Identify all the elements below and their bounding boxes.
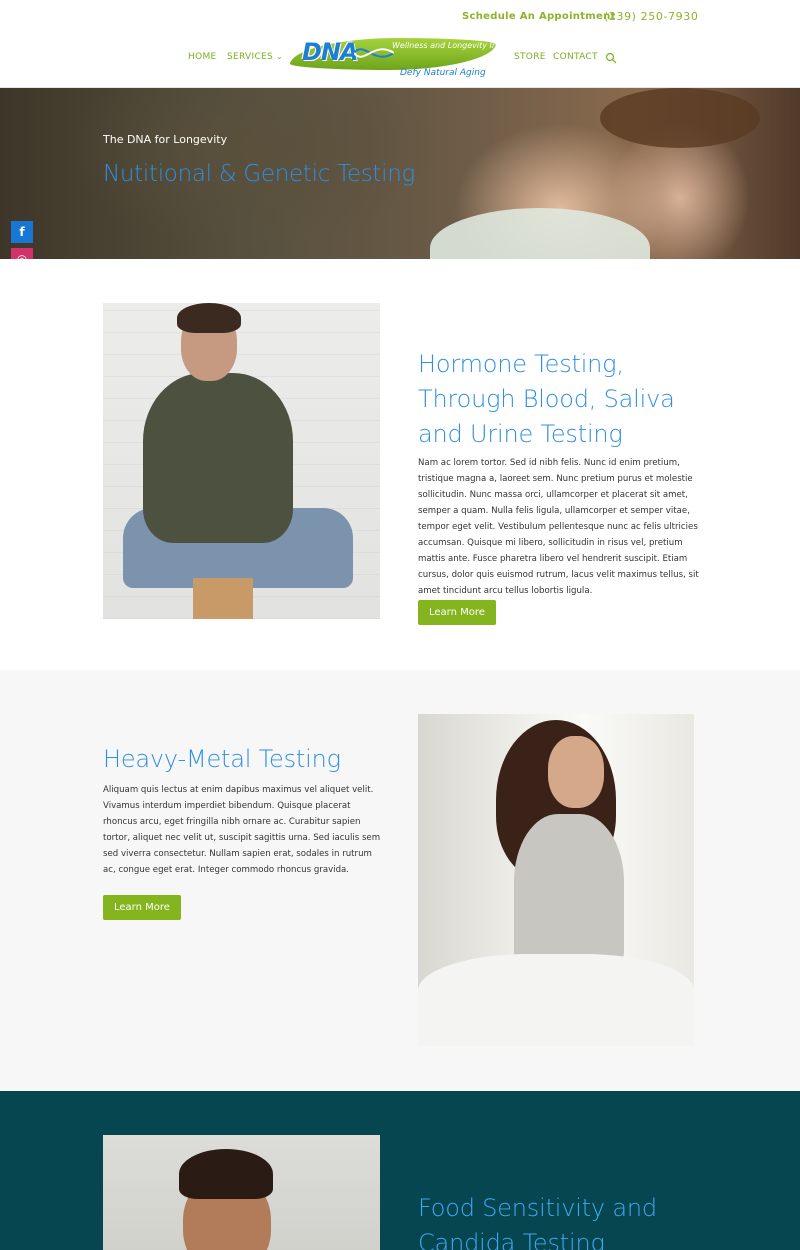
logo-tagline: Defy Natural Aging (400, 68, 486, 78)
schedule-appointment-link[interactable]: Schedule An Appointment (462, 11, 616, 22)
photo-hair (177, 303, 241, 333)
learn-more-button[interactable]: Learn More (103, 895, 181, 920)
facebook-icon[interactable]: f (11, 221, 33, 243)
learn-more-button[interactable]: Learn More (418, 600, 496, 625)
logo-institute-text: Wellness and Longevity Institute (392, 41, 523, 50)
smiling-man-photo (103, 1135, 380, 1250)
man-sitting-photo (103, 303, 380, 619)
nav-store[interactable]: STORE (514, 52, 546, 62)
food-sensitivity-section: Food Sensitivity and Candida Testing (0, 1091, 800, 1250)
hero-photo-couple (600, 88, 760, 148)
nav-services[interactable]: SERVICES ⌄ (227, 52, 283, 62)
photo-jacket (143, 373, 293, 543)
hero-photo-shirt (430, 208, 650, 259)
site-logo[interactable]: DNA Wellness and Longevity Institute Def… (288, 36, 523, 82)
nav-services-label: SERVICES (227, 52, 274, 62)
heavy-metal-testing-section: Heavy-Metal Testing Aliquam quis lectus … (0, 670, 800, 1091)
nav-contact[interactable]: CONTACT (553, 52, 598, 62)
logo-dna-letters: DNA (302, 38, 359, 66)
section-body: Aliquam quis lectus at enim dapibus maxi… (103, 785, 381, 875)
chevron-down-icon: ⌄ (276, 52, 284, 61)
section-body: Nam ac lorem tortor. Sed id nibh felis. … (418, 458, 699, 596)
section-heading: Food Sensitivity and Candida Testing (418, 1194, 657, 1250)
hero-eyebrow: The DNA for Longevity (103, 133, 228, 146)
phone-number[interactable]: (239) 250-7930 (604, 10, 698, 23)
top-bar: Schedule An Appointment (239) 250-7930 (0, 0, 800, 32)
dna-helix-icon (354, 48, 394, 58)
section-heading: Hormone Testing, Through Blood, Saliva a… (418, 350, 675, 448)
nav-home[interactable]: HOME (188, 52, 217, 62)
search-icon[interactable] (605, 52, 617, 64)
section-heading: Heavy-Metal Testing (103, 745, 341, 773)
hormone-testing-section: Hormone Testing, Through Blood, Saliva a… (0, 259, 800, 670)
woman-in-bed-photo (418, 714, 694, 1046)
photo-stool (193, 578, 253, 619)
hero-banner: The DNA for Longevity Nutitional & Genet… (0, 88, 800, 259)
photo-sheet (418, 954, 694, 1046)
photo-face (548, 736, 604, 808)
page-title: Nutitional & Genetic Testing (103, 161, 416, 187)
photo-hair (179, 1149, 273, 1199)
